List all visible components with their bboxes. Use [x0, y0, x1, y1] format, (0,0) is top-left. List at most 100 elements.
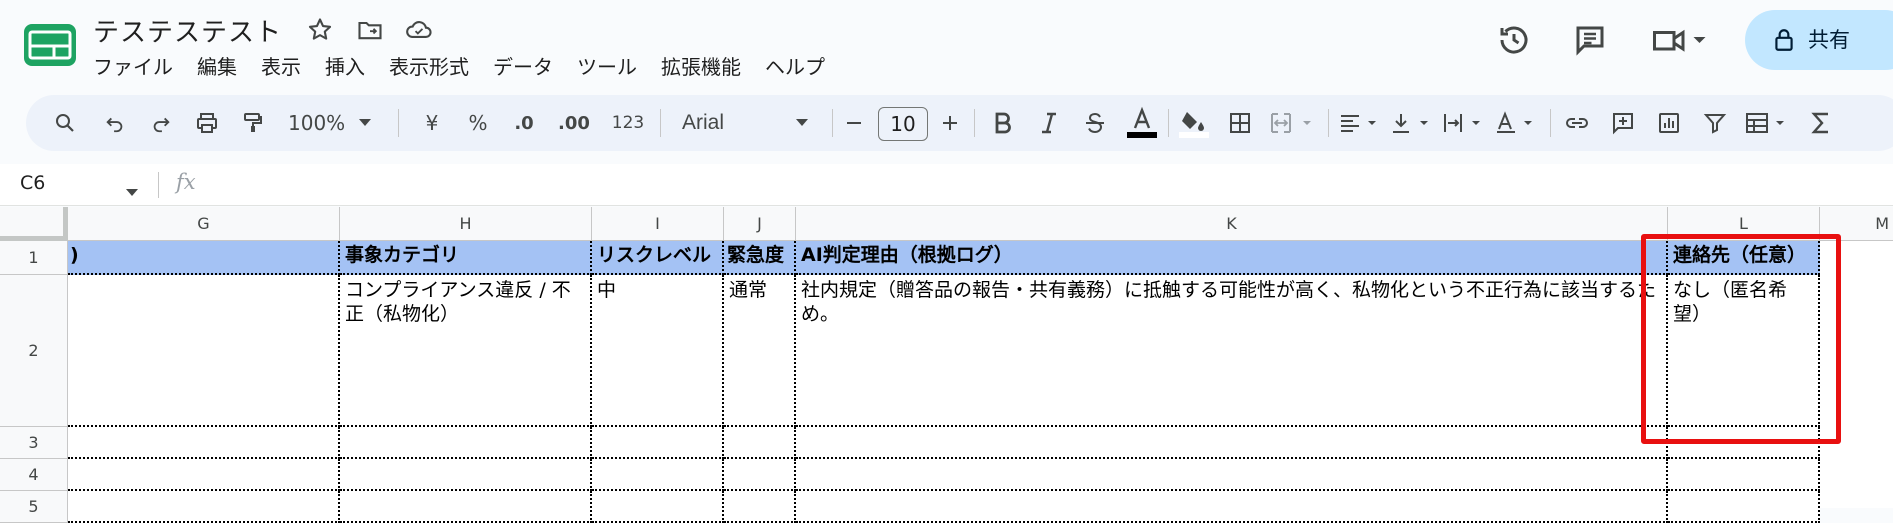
number-format-button[interactable]: 123 — [606, 95, 650, 151]
menu-data[interactable]: データ — [481, 52, 565, 82]
cell-g5[interactable] — [68, 491, 340, 523]
column-header-l[interactable]: L — [1668, 207, 1820, 241]
column-header-j[interactable]: J — [724, 207, 796, 241]
chevron-down-icon[interactable] — [126, 182, 138, 201]
strikethrough-icon[interactable] — [1078, 95, 1112, 151]
decrease-font-size-button[interactable] — [838, 95, 870, 151]
cell-g2[interactable] — [68, 275, 340, 427]
cell-g1-text: ) — [70, 244, 79, 266]
cell-j3[interactable] — [724, 427, 796, 459]
document-title[interactable]: テステステスト — [93, 12, 282, 49]
text-color-icon[interactable] — [1122, 95, 1162, 151]
row-header-5[interactable]: 5 — [0, 491, 68, 523]
menu-help[interactable]: ヘルプ — [753, 52, 837, 82]
font-size-input[interactable]: 10 — [878, 107, 928, 141]
cell-j2[interactable]: 通常 — [724, 275, 796, 427]
cell-k3[interactable] — [796, 427, 1668, 459]
cell-h1[interactable]: 事象カテゴリ — [340, 241, 592, 275]
cell-i1[interactable]: リスクレベル — [592, 241, 724, 275]
link-icon[interactable] — [1558, 95, 1596, 151]
toolbar-divider — [398, 109, 399, 137]
row-header-4[interactable]: 4 — [0, 459, 68, 491]
menu-edit[interactable]: 編集 — [185, 52, 249, 82]
search-icon[interactable] — [48, 95, 82, 151]
column-header-i[interactable]: I — [592, 207, 724, 241]
cell-k1[interactable]: AI判定理由（根拠ログ） — [796, 241, 1668, 275]
text-wrap-icon[interactable] — [1440, 95, 1490, 151]
redo-icon[interactable] — [144, 95, 178, 151]
cell-l1[interactable]: 連絡先（任意） — [1668, 241, 1820, 275]
increase-font-size-button[interactable] — [934, 95, 966, 151]
print-icon[interactable] — [190, 95, 224, 151]
cell-g4[interactable] — [68, 459, 340, 491]
cell-g1[interactable]: ) — [68, 241, 340, 275]
zoom-select[interactable]: 100% — [288, 95, 388, 151]
functions-icon[interactable] — [1802, 95, 1840, 151]
cell-k2[interactable]: 社内規定（贈答品の報告・共有義務）に抵触する可能性が高く、私物化という不正行為に… — [796, 275, 1668, 427]
cell-i3[interactable] — [592, 427, 724, 459]
undo-icon[interactable] — [98, 95, 132, 151]
cell-j4[interactable] — [724, 459, 796, 491]
row-header-2[interactable]: 2 — [0, 275, 68, 427]
decrease-decimal-button[interactable]: .0 — [504, 95, 544, 151]
cloud-saved-icon[interactable] — [404, 16, 432, 44]
merge-cells-icon[interactable] — [1266, 95, 1322, 151]
meet-icon[interactable] — [1650, 22, 1710, 58]
bold-icon[interactable] — [986, 95, 1020, 151]
cell-l3[interactable] — [1668, 427, 1820, 459]
font-family-select[interactable]: Arial — [672, 95, 822, 151]
menu-extensions[interactable]: 拡張機能 — [649, 52, 753, 82]
select-all-corner[interactable] — [0, 207, 68, 241]
cell-h2[interactable]: コンプライアンス違反 / 不正（私物化） — [340, 275, 592, 427]
cell-i5[interactable] — [592, 491, 724, 523]
comment-icon[interactable] — [1604, 95, 1642, 151]
percent-format-button[interactable]: % — [460, 95, 496, 151]
cell-i2[interactable]: 中 — [592, 275, 724, 427]
cell-h3[interactable] — [340, 427, 592, 459]
menu-tools[interactable]: ツール — [565, 52, 649, 82]
name-box[interactable]: C6 — [20, 172, 45, 194]
cell-h5[interactable] — [340, 491, 592, 523]
menu-insert[interactable]: 挿入 — [313, 52, 377, 82]
text-rotation-icon[interactable] — [1492, 95, 1542, 151]
italic-icon[interactable] — [1032, 95, 1066, 151]
cell-l5[interactable] — [1668, 491, 1820, 523]
toolbar: 100% ¥ % .0 .00 123 Arial 10 — [26, 95, 1893, 151]
font-family-value: Arial — [682, 111, 725, 134]
cell-j1[interactable]: 緊急度 — [724, 241, 796, 275]
borders-icon[interactable] — [1222, 95, 1258, 151]
star-icon[interactable] — [306, 16, 334, 44]
currency-format-button[interactable]: ¥ — [414, 95, 450, 151]
currency-label: ¥ — [425, 111, 439, 135]
cell-l2[interactable]: なし（匿名希望） — [1668, 275, 1820, 427]
align-icon[interactable] — [1336, 95, 1386, 151]
column-header-h[interactable]: H — [340, 207, 592, 241]
fill-color-icon[interactable] — [1174, 95, 1214, 151]
chart-icon[interactable] — [1650, 95, 1688, 151]
menu-format[interactable]: 表示形式 — [377, 52, 481, 82]
column-header-k[interactable]: K — [796, 207, 1668, 241]
filter-icon[interactable] — [1696, 95, 1734, 151]
row-header-1[interactable]: 1 — [0, 241, 68, 275]
increase-decimal-button[interactable]: .00 — [550, 95, 598, 151]
cell-g3[interactable] — [68, 427, 340, 459]
paint-format-icon[interactable] — [236, 95, 270, 151]
version-history-icon[interactable] — [1496, 22, 1532, 58]
menu-view[interactable]: 表示 — [249, 52, 313, 82]
cell-k5[interactable] — [796, 491, 1668, 523]
table-view-icon[interactable] — [1742, 95, 1796, 151]
cell-l4[interactable] — [1668, 459, 1820, 491]
cell-h4[interactable] — [340, 459, 592, 491]
cell-k4[interactable] — [796, 459, 1668, 491]
row-header-3[interactable]: 3 — [0, 427, 68, 459]
menu-file[interactable]: ファイル — [93, 52, 185, 82]
column-header-m[interactable]: M — [1820, 207, 1893, 241]
column-header-g[interactable]: G — [68, 207, 340, 241]
sheets-logo-icon[interactable] — [24, 24, 76, 66]
cell-j5[interactable] — [724, 491, 796, 523]
move-to-folder-icon[interactable] — [356, 16, 384, 44]
vertical-align-icon[interactable] — [1388, 95, 1438, 151]
comments-icon[interactable] — [1572, 22, 1608, 58]
title-bar: テステステスト ファイル 編集 表示 挿入 表示形式 データ ツール 拡張機能 … — [0, 0, 1893, 90]
cell-i4[interactable] — [592, 459, 724, 491]
